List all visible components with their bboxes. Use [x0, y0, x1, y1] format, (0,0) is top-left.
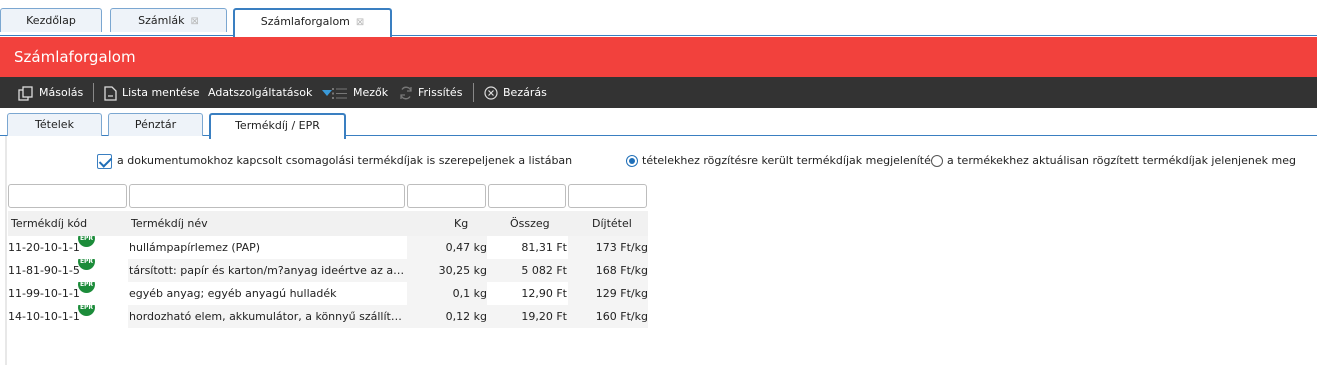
radio-recorded-label: tételekhez rögzítésre került termékdíjak… — [642, 154, 944, 167]
header-name[interactable]: Termékdíj név — [131, 211, 208, 236]
tab-tetelek[interactable]: Tételek — [7, 113, 102, 136]
cell-name: egyéb anyag; egyéb anyagú hulladék — [129, 287, 337, 300]
header-code[interactable]: Termékdíj kód — [11, 211, 87, 236]
document-icon — [104, 85, 117, 101]
cell-amount: 5 082 Ft — [521, 264, 567, 277]
copy-icon — [18, 85, 33, 101]
filter-rate-input[interactable] — [568, 184, 647, 208]
cell-kg: 30,25 kg — [438, 264, 487, 277]
table-row[interactable]: 11-81-90-1-5 EPR társított: papír és kart… — [8, 259, 648, 282]
radio-recorded[interactable] — [626, 155, 638, 167]
filter-name-input[interactable] — [129, 184, 405, 208]
tab-label: Pénztár — [134, 118, 177, 131]
tab-label: Termékdíj / EPR — [235, 119, 320, 132]
table-row[interactable]: 11-99-10-1-1 EPR egyéb anyag; egyéb anyag… — [8, 282, 648, 305]
cell-name: társított: papír és karton/m?anyag ideér… — [129, 264, 406, 277]
epr-badge-icon: EPR — [78, 282, 95, 293]
cell-kg: 0,1 kg — [407, 282, 487, 305]
radio-current-option[interactable]: a termékekhez aktuálisan rögzített termé… — [931, 153, 1296, 169]
list-icon — [332, 87, 347, 99]
code-text: 11-81-90-1-5 — [8, 264, 80, 277]
close-icon[interactable]: ⊠ — [191, 16, 199, 27]
radio-current-label: a termékekhez aktuálisan rögzített termé… — [947, 154, 1296, 167]
save-list-button[interactable]: Lista mentése — [104, 77, 200, 108]
cell-rate: 160 Ft/kg — [595, 310, 648, 323]
include-packaging-checkbox[interactable] — [97, 153, 112, 169]
cell-name: hullámpapírlemez (PAP) — [129, 241, 261, 254]
tab-kezdolap[interactable]: Kezdőlap — [0, 8, 102, 32]
content-left-border — [5, 136, 7, 365]
refresh-button[interactable]: Frissítés — [399, 77, 462, 108]
tab-szamlaforgalom[interactable]: Számlaforgalom ⊠ — [233, 8, 392, 37]
cell-code: 11-81-90-1-5 EPR — [8, 259, 128, 282]
code-text: 11-99-10-1-1 — [8, 287, 80, 300]
toolbar-divider — [473, 83, 474, 102]
services-dropdown[interactable]: Adatszolgáltatások — [208, 77, 332, 108]
include-packaging-label: a dokumentumokhoz kapcsolt csomagolási t… — [117, 154, 573, 167]
code-text: 14-10-10-1-1 — [8, 310, 80, 323]
services-label: Adatszolgáltatások — [208, 86, 313, 99]
epr-badge-icon: EPR — [78, 236, 95, 247]
toolbar: Másolás Lista mentése Adatszolgáltatások… — [0, 77, 1317, 108]
tab-label: Kezdőlap — [26, 14, 76, 27]
tab-szamlak[interactable]: Számlák ⊠ — [110, 8, 227, 32]
tab-termekdij-epr[interactable]: Termékdíj / EPR — [209, 113, 346, 139]
save-list-label: Lista mentése — [122, 86, 200, 99]
filter-code-input[interactable] — [8, 184, 127, 208]
sub-tab-bar: Tételek Pénztár Termékdíj / EPR — [0, 108, 1317, 139]
cell-kg: 0,12 kg — [445, 310, 487, 323]
cell-rate: 173 Ft/kg — [568, 236, 648, 259]
include-packaging-option[interactable]: a dokumentumokhoz kapcsolt csomagolási t… — [97, 153, 572, 169]
fields-label: Mezők — [353, 86, 389, 99]
refresh-label: Frissítés — [418, 86, 463, 99]
table-row[interactable]: 14-10-10-1-1 EPR hordozható elem, akkumul… — [8, 305, 648, 328]
close-circle-icon — [484, 86, 498, 100]
cell-kg: 0,47 kg — [407, 236, 487, 259]
header-kg[interactable]: Kg — [454, 211, 468, 236]
radio-current[interactable] — [931, 155, 943, 167]
cell-rate: 129 Ft/kg — [568, 282, 648, 305]
table-header: Termékdíj kód Termékdíj név Kg Összeg Dí… — [8, 211, 648, 236]
toolbar-divider — [93, 83, 94, 102]
cell-code: 14-10-10-1-1 EPR — [8, 305, 128, 328]
code-text: 11-20-10-1-1 — [8, 241, 80, 254]
radio-recorded-option[interactable]: tételekhez rögzítésre került termékdíjak… — [626, 153, 943, 169]
header-rate[interactable]: Díjtétel — [592, 211, 632, 236]
refresh-icon — [400, 86, 412, 100]
fields-button[interactable]: Mezők — [332, 77, 388, 108]
page-title: Számlaforgalom — [0, 37, 1317, 77]
cell-amount: 81,31 Ft — [521, 241, 567, 254]
close-button[interactable]: Bezárás — [484, 77, 547, 108]
cell-code: 11-20-10-1-1 EPR — [8, 236, 128, 259]
filter-kg-input[interactable] — [407, 184, 486, 208]
table-row[interactable]: 11-20-10-1-1 EPR hullámpapírlemez (PAP) 0… — [8, 236, 648, 259]
top-tab-bar: Kezdőlap Számlák ⊠ Számlaforgalom ⊠ — [0, 0, 1317, 37]
cell-name: hordozható elem, akkumulátor, a könnyű s… — [129, 310, 406, 323]
close-label: Bezárás — [503, 86, 547, 99]
header-amount[interactable]: Összeg — [510, 211, 550, 236]
epr-badge-icon: EPR — [78, 259, 95, 270]
cell-amount: 12,90 Ft — [521, 287, 567, 300]
tab-label: Tételek — [35, 118, 74, 131]
tab-label: Számlaforgalom — [260, 15, 350, 28]
cell-amount: 19,20 Ft — [521, 310, 567, 323]
tab-penztar[interactable]: Pénztár — [108, 113, 203, 136]
cell-rate: 168 Ft/kg — [595, 264, 648, 277]
copy-label: Másolás — [39, 86, 84, 99]
cell-code: 11-99-10-1-1 EPR — [8, 282, 128, 305]
close-icon[interactable]: ⊠ — [356, 17, 364, 28]
caret-down-icon — [321, 90, 332, 96]
filter-amount-input[interactable] — [488, 184, 566, 208]
epr-badge-icon: EPR — [78, 305, 95, 316]
copy-button[interactable]: Másolás — [18, 77, 83, 108]
tab-label: Számlák — [138, 14, 185, 27]
